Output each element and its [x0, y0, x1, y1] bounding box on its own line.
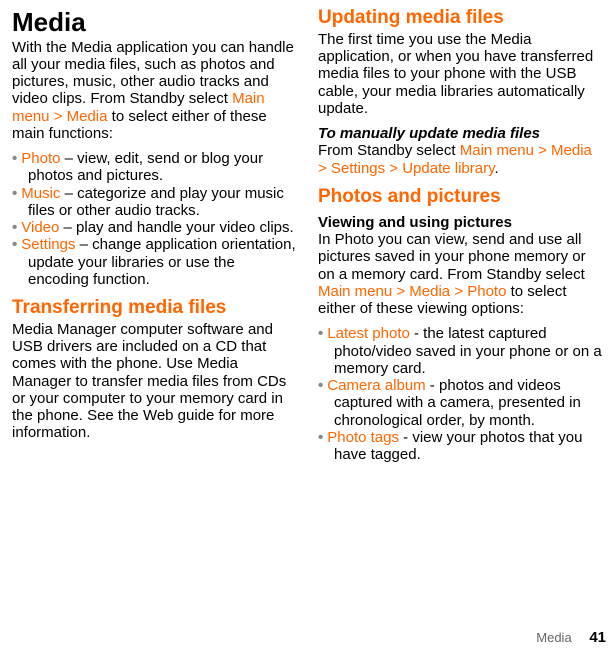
bullet-icon: • — [318, 429, 327, 446]
view-text-a: In Photo you can view, send and use all … — [318, 231, 586, 283]
viewing-paragraph: In Photo you can view, send and use all … — [318, 231, 604, 317]
heading-transferring: Transferring media files — [12, 298, 298, 319]
right-column: Updating media files The first time you … — [318, 8, 604, 622]
manual-update-paragraph: From Standby select Main menu > Media > … — [318, 142, 604, 177]
heading-updating: Updating media files — [318, 8, 604, 29]
list-item: •Latest photo - the latest captured phot… — [318, 325, 604, 377]
bullet-icon: • — [12, 150, 21, 167]
item-key: Camera album — [327, 377, 425, 394]
list-item: •Photo tags - view your photos that you … — [318, 429, 604, 464]
media-functions-list: •Photo – view, edit, send or blog your p… — [12, 150, 298, 288]
item-desc: – view, edit, send or blog your photos a… — [28, 150, 263, 184]
bullet-icon: • — [318, 377, 327, 394]
item-key: Latest photo — [327, 325, 410, 342]
item-key: Settings — [21, 236, 75, 253]
item-key: Photo — [21, 150, 60, 167]
update-paragraph: The first time you use the Media applica… — [318, 31, 604, 117]
list-item: •Music – categorize and play your music … — [12, 185, 298, 220]
heading-photos: Photos and pictures — [318, 187, 604, 208]
item-desc: – play and handle your video clips. — [59, 219, 293, 236]
bullet-icon: • — [12, 236, 21, 253]
subheading-viewing: Viewing and using pictures — [318, 214, 604, 231]
viewing-options-list: •Latest photo - the latest captured phot… — [318, 325, 604, 463]
page-footer: Media 41 — [536, 629, 606, 646]
item-key: Video — [21, 219, 59, 236]
item-key: Photo tags — [327, 429, 399, 446]
manual-text-a: From Standby select — [318, 142, 460, 159]
list-item: •Settings – change application orientati… — [12, 236, 298, 288]
manual-text-b: . — [494, 160, 498, 177]
item-desc: – categorize and play your music files o… — [28, 185, 284, 219]
bullet-icon: • — [12, 219, 21, 236]
view-menu-path: Main menu > Media > Photo — [318, 283, 506, 300]
list-item: •Camera album - photos and videos captur… — [318, 377, 604, 429]
footer-page-number: 41 — [589, 629, 606, 646]
page-content: Media With the Media application you can… — [0, 0, 616, 622]
left-column: Media With the Media application you can… — [12, 8, 298, 622]
list-item: •Photo – view, edit, send or blog your p… — [12, 150, 298, 185]
subheading-manual-update: To manually update media files — [318, 125, 604, 142]
intro-paragraph: With the Media application you can handl… — [12, 39, 298, 143]
item-key: Music — [21, 185, 60, 202]
list-item: •Video – play and handle your video clip… — [12, 219, 298, 236]
bullet-icon: • — [12, 185, 21, 202]
bullet-icon: • — [318, 325, 327, 342]
footer-section: Media — [536, 630, 571, 645]
transfer-paragraph: Media Manager computer software and USB … — [12, 321, 298, 442]
heading-media: Media — [12, 8, 298, 37]
